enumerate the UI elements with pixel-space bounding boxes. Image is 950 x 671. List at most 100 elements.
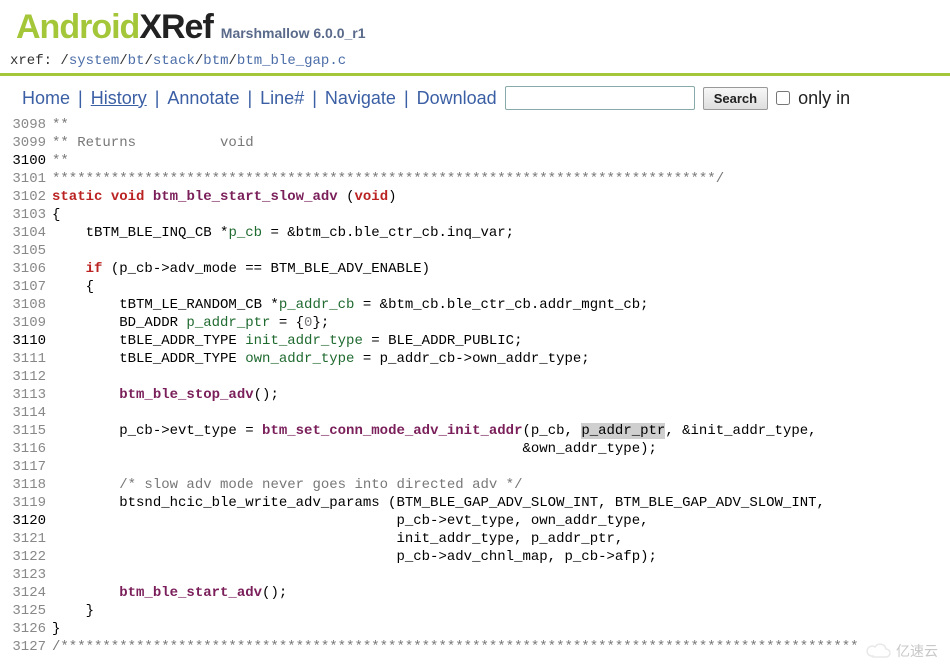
- code-line: 3111 tBLE_ADDR_TYPE own_addr_type = p_ad…: [6, 350, 950, 368]
- separator: |: [312, 88, 317, 109]
- separator: |: [78, 88, 83, 109]
- divider: [0, 73, 950, 76]
- watermark-text: 亿速云: [896, 641, 938, 661]
- linenum-link[interactable]: Line#: [260, 88, 304, 109]
- line-number[interactable]: 3119: [6, 494, 46, 512]
- path-segment[interactable]: btm: [203, 53, 228, 69]
- code-line: 3106 if (p_cb->adv_mode == BTM_BLE_ADV_E…: [6, 260, 950, 278]
- code-line: 3103{: [6, 206, 950, 224]
- line-number[interactable]: 3116: [6, 440, 46, 458]
- code-line: 3105: [6, 242, 950, 260]
- line-number[interactable]: 3108: [6, 296, 46, 314]
- line-number[interactable]: 3123: [6, 566, 46, 584]
- code-line: 3113 btm_ble_stop_adv();: [6, 386, 950, 404]
- code-text: static void btm_ble_start_slow_adv (void…: [52, 189, 397, 205]
- line-number[interactable]: 3125: [6, 602, 46, 620]
- line-number[interactable]: 3110: [6, 332, 46, 350]
- code-text: btsnd_hcic_ble_write_adv_params (BTM_BLE…: [52, 495, 825, 511]
- only-in-label: only in: [798, 88, 850, 109]
- code-line: 3109 BD_ADDR p_addr_ptr = {0};: [6, 314, 950, 332]
- logo-android: Android: [16, 8, 139, 46]
- line-number[interactable]: 3124: [6, 584, 46, 602]
- code-line: 3119 btsnd_hcic_ble_write_adv_params (BT…: [6, 494, 950, 512]
- line-number[interactable]: 3100: [6, 152, 46, 170]
- code-text: ** Returns void: [52, 135, 254, 151]
- code-text: /* slow adv mode never goes into directe…: [52, 477, 522, 493]
- code-text: **: [52, 117, 69, 133]
- path-segment[interactable]: stack: [153, 53, 195, 69]
- code-line: 3101 ************************************…: [6, 170, 950, 188]
- download-link[interactable]: Download: [417, 88, 497, 109]
- separator: |: [404, 88, 409, 109]
- code-line: 3104 tBTM_BLE_INQ_CB *p_cb = &btm_cb.ble…: [6, 224, 950, 242]
- line-number[interactable]: 3103: [6, 206, 46, 224]
- line-number[interactable]: 3107: [6, 278, 46, 296]
- path-segment[interactable]: bt: [128, 53, 145, 69]
- line-number[interactable]: 3126: [6, 620, 46, 638]
- line-number[interactable]: 3121: [6, 530, 46, 548]
- code-viewer: 3098 ** 3099 ** Returns void 3100 ** 3101 *****…: [0, 116, 950, 656]
- code-text: {: [52, 279, 94, 295]
- line-number[interactable]: 3101: [6, 170, 46, 188]
- code-line: 3127 /***********************************…: [6, 638, 950, 656]
- code-text: ****************************************…: [52, 171, 724, 187]
- header: AndroidXRef Marshmallow 6.0.0_r1: [0, 0, 950, 49]
- code-line: 3121 init_addr_type, p_addr_ptr,: [6, 530, 950, 548]
- line-number[interactable]: 3118: [6, 476, 46, 494]
- line-number[interactable]: 3127: [6, 638, 46, 656]
- line-number[interactable]: 3109: [6, 314, 46, 332]
- search-button[interactable]: Search: [703, 87, 768, 110]
- code-line: 3118 /* slow adv mode never goes into di…: [6, 476, 950, 494]
- line-number[interactable]: 3106: [6, 260, 46, 278]
- code-text: }: [52, 603, 94, 619]
- path-segment[interactable]: btm_ble_gap.c: [237, 53, 346, 69]
- history-link[interactable]: History: [91, 88, 147, 109]
- line-number[interactable]: 3099: [6, 134, 46, 152]
- code-text: btm_ble_stop_adv();: [52, 387, 279, 403]
- code-text: tBTM_LE_RANDOM_CB *p_addr_cb = &btm_cb.b…: [52, 297, 649, 313]
- annotate-link[interactable]: Annotate: [167, 88, 239, 109]
- code-text: tBLE_ADDR_TYPE own_addr_type = p_addr_cb…: [52, 351, 590, 367]
- home-link[interactable]: Home: [22, 88, 70, 109]
- logo-xref: XRef: [139, 8, 212, 46]
- only-in-checkbox[interactable]: [776, 91, 790, 105]
- code-line: 3114: [6, 404, 950, 422]
- line-number[interactable]: 3115: [6, 422, 46, 440]
- code-text: }: [52, 621, 60, 637]
- line-number[interactable]: 3117: [6, 458, 46, 476]
- code-text: tBTM_BLE_INQ_CB *p_cb = &btm_cb.ble_ctr_…: [52, 225, 514, 241]
- toolbar: Home | History | Annotate | Line# | Navi…: [0, 80, 950, 116]
- line-number[interactable]: 3102: [6, 188, 46, 206]
- xref-label: xref:: [10, 53, 60, 69]
- watermark: 亿速云: [866, 641, 938, 661]
- code-text: init_addr_type, p_addr_ptr,: [52, 531, 623, 547]
- code-line: 3125 }: [6, 602, 950, 620]
- line-number[interactable]: 3114: [6, 404, 46, 422]
- line-number[interactable]: 3112: [6, 368, 46, 386]
- code-text: /***************************************…: [52, 639, 859, 655]
- line-number[interactable]: 3105: [6, 242, 46, 260]
- separator: |: [155, 88, 160, 109]
- code-line: 3110 tBLE_ADDR_TYPE init_addr_type = BLE…: [6, 332, 950, 350]
- line-number[interactable]: 3111: [6, 350, 46, 368]
- path-segment[interactable]: system: [69, 53, 119, 69]
- code-line: 3100 **: [6, 152, 950, 170]
- logo: AndroidXRef: [16, 8, 213, 47]
- code-line: 3107 {: [6, 278, 950, 296]
- code-text: **: [52, 153, 69, 169]
- line-number[interactable]: 3098: [6, 116, 46, 134]
- search-input[interactable]: [505, 86, 695, 110]
- breadcrumb: xref: /system/bt/stack/btm/btm_ble_gap.c: [0, 49, 950, 73]
- line-number[interactable]: 3104: [6, 224, 46, 242]
- navigate-link[interactable]: Navigate: [325, 88, 396, 109]
- line-number[interactable]: 3120: [6, 512, 46, 530]
- code-line: 3115 p_cb->evt_type = btm_set_conn_mode_…: [6, 422, 950, 440]
- line-number[interactable]: 3113: [6, 386, 46, 404]
- code-line: 3098 **: [6, 116, 950, 134]
- code-text: p_cb->evt_type = btm_set_conn_mode_adv_i…: [52, 423, 817, 439]
- line-number[interactable]: 3122: [6, 548, 46, 566]
- separator: |: [247, 88, 252, 109]
- code-line: 3126}: [6, 620, 950, 638]
- code-text: if (p_cb->adv_mode == BTM_BLE_ADV_ENABLE…: [52, 261, 430, 277]
- code-line: 3123: [6, 566, 950, 584]
